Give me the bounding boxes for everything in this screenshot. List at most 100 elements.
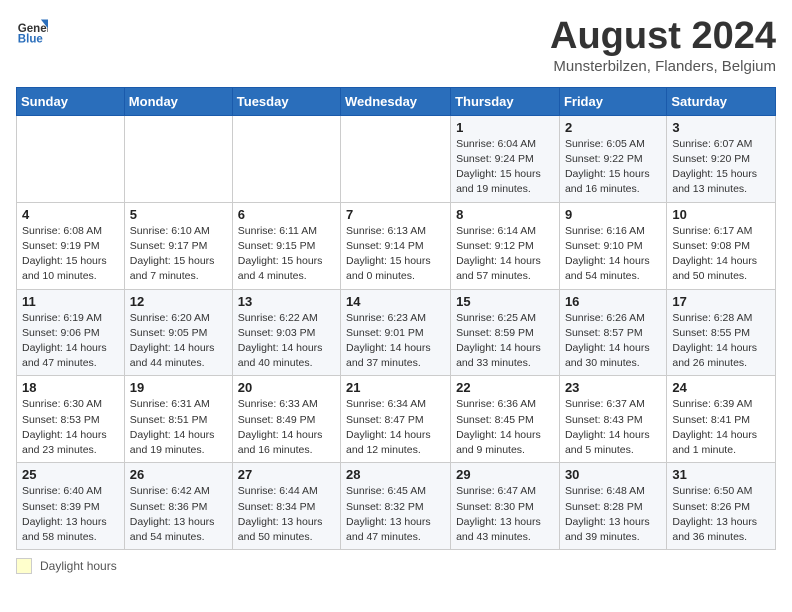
day-info: Sunrise: 6:28 AMSunset: 8:55 PMDaylight:… [672, 311, 770, 372]
calendar-cell: 26Sunrise: 6:42 AMSunset: 8:36 PMDayligh… [124, 463, 232, 550]
calendar-cell: 17 Sunrise: 6:28 AMSunset: 8:55 PMDayligh… [667, 289, 776, 376]
col-header-sunday: Sunday [17, 87, 125, 115]
day-info: Sunrise: 6:23 AMSunset: 9:01 PMDaylight:… [346, 311, 445, 372]
calendar-cell: 11 Sunrise: 6:19 AMSunset: 9:06 PMDayligh… [17, 289, 125, 376]
calendar-cell: 22 Sunrise: 6:36 AMSunset: 8:45 PMDayligh… [451, 376, 560, 463]
day-info: Sunrise: 6:47 AMSunset: 8:30 PMDaylight:… [456, 484, 554, 545]
day-number: 8 [456, 207, 554, 222]
day-info: Sunrise: 6:25 AMSunset: 8:59 PMDaylight:… [456, 311, 554, 372]
day-info: Sunrise: 6:45 AMSunset: 8:32 PMDaylight:… [346, 484, 445, 545]
day-number: 15 [456, 294, 554, 309]
col-header-monday: Monday [124, 87, 232, 115]
logo-icon: General Blue [16, 16, 48, 48]
day-number: 14 [346, 294, 445, 309]
day-number: 2 [565, 120, 661, 135]
day-info: Sunrise: 6:36 AMSunset: 8:45 PMDaylight:… [456, 397, 554, 458]
calendar-cell: 8Sunrise: 6:14 AMSunset: 9:12 PMDaylight… [451, 202, 560, 289]
day-info: Sunrise: 6:10 AMSunset: 9:17 PMDaylight:… [130, 224, 227, 285]
day-number: 5 [130, 207, 227, 222]
day-number: 10 [672, 207, 770, 222]
calendar-cell: 9Sunrise: 6:16 AMSunset: 9:10 PMDaylight… [559, 202, 666, 289]
col-header-friday: Friday [559, 87, 666, 115]
day-info: Sunrise: 6:11 AMSunset: 9:15 PMDaylight:… [238, 224, 335, 285]
calendar-cell: 28 Sunrise: 6:45 AMSunset: 8:32 PMDayligh… [341, 463, 451, 550]
day-info: Sunrise: 6:26 AMSunset: 8:57 PMDaylight:… [565, 311, 661, 372]
day-info: Sunrise: 6:07 AMSunset: 9:20 PMDaylight:… [672, 137, 770, 198]
day-info: Sunrise: 6:34 AMSunset: 8:47 PMDaylight:… [346, 397, 445, 458]
calendar-cell: 24Sunrise: 6:39 AMSunset: 8:41 PMDayligh… [667, 376, 776, 463]
day-number: 12 [130, 294, 227, 309]
col-header-wednesday: Wednesday [341, 87, 451, 115]
calendar-cell: 14 Sunrise: 6:23 AMSunset: 9:01 PMDayligh… [341, 289, 451, 376]
calendar-cell: 20 Sunrise: 6:33 AMSunset: 8:49 PMDayligh… [232, 376, 340, 463]
daylight-label: Daylight hours [40, 559, 117, 573]
calendar-cell: 2 Sunrise: 6:05 AMSunset: 9:22 PMDaylight… [559, 115, 666, 202]
col-header-saturday: Saturday [667, 87, 776, 115]
day-number: 17 [672, 294, 770, 309]
day-info: Sunrise: 6:50 AMSunset: 8:26 PMDaylight:… [672, 484, 770, 545]
calendar-cell: 12Sunrise: 6:20 AMSunset: 9:05 PMDayligh… [124, 289, 232, 376]
calendar-cell: 30 Sunrise: 6:48 AMSunset: 8:28 PMDayligh… [559, 463, 666, 550]
day-info: Sunrise: 6:04 AMSunset: 9:24 PMDaylight:… [456, 137, 554, 198]
day-info: Sunrise: 6:42 AMSunset: 8:36 PMDaylight:… [130, 484, 227, 545]
calendar-cell [17, 115, 125, 202]
calendar-cell: 7 Sunrise: 6:13 AMSunset: 9:14 PMDaylight… [341, 202, 451, 289]
day-number: 1 [456, 120, 554, 135]
day-number: 30 [565, 467, 661, 482]
day-info: Sunrise: 6:39 AMSunset: 8:41 PMDaylight:… [672, 397, 770, 458]
day-number: 29 [456, 467, 554, 482]
footer: Daylight hours [16, 558, 776, 574]
calendar-cell: 18 Sunrise: 6:30 AMSunset: 8:53 PMDayligh… [17, 376, 125, 463]
day-info: Sunrise: 6:40 AMSunset: 8:39 PMDaylight:… [22, 484, 119, 545]
day-info: Sunrise: 6:08 AMSunset: 9:19 PMDaylight:… [22, 224, 119, 285]
svg-text:Blue: Blue [18, 34, 44, 46]
day-info: Sunrise: 6:33 AMSunset: 8:49 PMDaylight:… [238, 397, 335, 458]
calendar-cell: 27Sunrise: 6:44 AMSunset: 8:34 PMDayligh… [232, 463, 340, 550]
col-header-tuesday: Tuesday [232, 87, 340, 115]
title-area: August 2024 Munsterbilzen, Flanders, Bel… [550, 16, 776, 75]
calendar-cell: 4 Sunrise: 6:08 AMSunset: 9:19 PMDaylight… [17, 202, 125, 289]
day-info: Sunrise: 6:16 AMSunset: 9:10 PMDaylight:… [565, 224, 661, 285]
calendar-header: SundayMondayTuesdayWednesdayThursdayFrid… [17, 87, 776, 115]
day-info: Sunrise: 6:48 AMSunset: 8:28 PMDaylight:… [565, 484, 661, 545]
calendar-cell: 29 Sunrise: 6:47 AMSunset: 8:30 PMDayligh… [451, 463, 560, 550]
day-number: 4 [22, 207, 119, 222]
day-info: Sunrise: 6:30 AMSunset: 8:53 PMDaylight:… [22, 397, 119, 458]
day-number: 19 [130, 380, 227, 395]
day-info: Sunrise: 6:37 AMSunset: 8:43 PMDaylight:… [565, 397, 661, 458]
calendar-cell: 16 Sunrise: 6:26 AMSunset: 8:57 PMDayligh… [559, 289, 666, 376]
day-info: Sunrise: 6:17 AMSunset: 9:08 PMDaylight:… [672, 224, 770, 285]
day-number: 7 [346, 207, 445, 222]
month-title: August 2024 [550, 16, 776, 58]
day-number: 25 [22, 467, 119, 482]
calendar-cell [124, 115, 232, 202]
calendar-cell: 31 Sunrise: 6:50 AMSunset: 8:26 PMDayligh… [667, 463, 776, 550]
calendar-cell: 3Sunrise: 6:07 AMSunset: 9:20 PMDaylight… [667, 115, 776, 202]
day-number: 31 [672, 467, 770, 482]
day-number: 18 [22, 380, 119, 395]
day-info: Sunrise: 6:19 AMSunset: 9:06 PMDaylight:… [22, 311, 119, 372]
day-number: 28 [346, 467, 445, 482]
calendar-cell: 1 Sunrise: 6:04 AMSunset: 9:24 PMDaylight… [451, 115, 560, 202]
page-header: General Blue August 2024 Munsterbilzen, … [16, 16, 776, 75]
calendar-cell [341, 115, 451, 202]
day-number: 13 [238, 294, 335, 309]
calendar-cell: 6 Sunrise: 6:11 AMSunset: 9:15 PMDaylight… [232, 202, 340, 289]
day-info: Sunrise: 6:31 AMSunset: 8:51 PMDaylight:… [130, 397, 227, 458]
day-number: 16 [565, 294, 661, 309]
calendar-table: SundayMondayTuesdayWednesdayThursdayFrid… [16, 87, 776, 550]
day-number: 20 [238, 380, 335, 395]
day-number: 11 [22, 294, 119, 309]
day-number: 23 [565, 380, 661, 395]
day-info: Sunrise: 6:05 AMSunset: 9:22 PMDaylight:… [565, 137, 661, 198]
day-number: 22 [456, 380, 554, 395]
location: Munsterbilzen, Flanders, Belgium [550, 58, 776, 75]
calendar-cell: 25 Sunrise: 6:40 AMSunset: 8:39 PMDayligh… [17, 463, 125, 550]
day-number: 27 [238, 467, 335, 482]
day-number: 6 [238, 207, 335, 222]
daylight-color-box [16, 558, 32, 574]
calendar-cell: 10 Sunrise: 6:17 AMSunset: 9:08 PMDayligh… [667, 202, 776, 289]
logo: General Blue [16, 16, 48, 48]
calendar-cell [232, 115, 340, 202]
day-info: Sunrise: 6:13 AMSunset: 9:14 PMDaylight:… [346, 224, 445, 285]
